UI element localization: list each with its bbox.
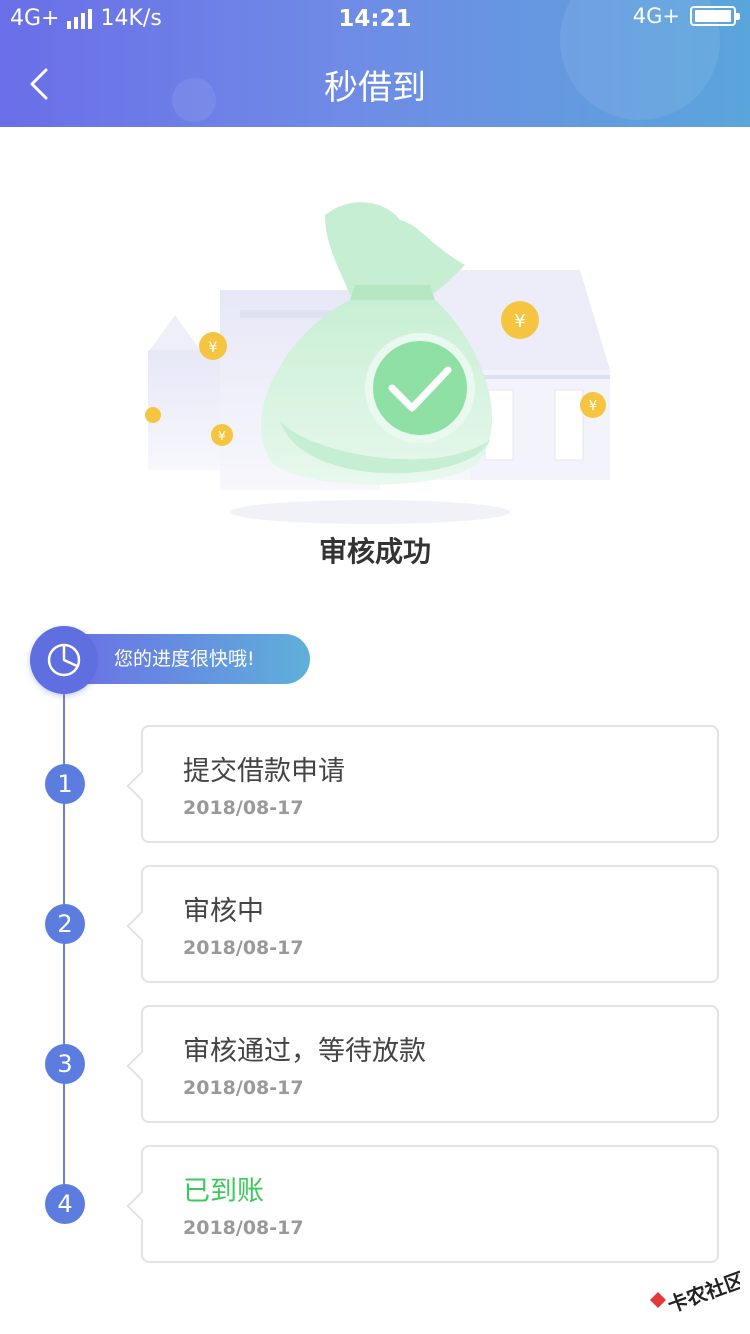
success-illustration: ¥ ¥ ¥ ¥ <box>130 190 630 530</box>
progress-message: 您的进度很快哦! <box>114 648 255 670</box>
step-label: 提交借款申请 <box>183 756 345 787</box>
step-number-2: 2 <box>45 904 85 944</box>
page-title: 秒借到 <box>324 68 426 108</box>
svg-text:¥: ¥ <box>514 311 525 332</box>
svg-text:¥: ¥ <box>209 340 218 356</box>
svg-text:¥: ¥ <box>218 429 226 443</box>
step-card-1: 提交借款申请 2018/08-17 <box>141 725 719 843</box>
svg-text:¥: ¥ <box>589 399 597 414</box>
result-title: 审核成功 <box>318 535 431 568</box>
step-card-3: 审核通过，等待放款 2018/08-17 <box>141 1005 719 1123</box>
step-number-3: 3 <box>45 1044 85 1084</box>
battery-icon <box>690 6 740 26</box>
watermark-logo: 卡农社区 <box>644 1267 748 1317</box>
step-date: 2018/08-17 <box>183 797 304 819</box>
progress-message-pill: 您的进度很快哦! <box>62 634 310 684</box>
step-date: 2018/08-17 <box>183 1217 304 1239</box>
step-number-1: 1 <box>45 764 85 804</box>
step-label: 审核通过，等待放款 <box>183 1036 426 1067</box>
header-bar: 4G+ 14K/s 14:21 4G+ 秒借到 <box>0 0 750 127</box>
network-type-right: 4G+ <box>632 4 680 28</box>
svg-text:卡农社区: 卡农社区 <box>664 1270 740 1316</box>
progress-icon-badge <box>30 626 98 694</box>
step-card-4: 已到账 2018/08-17 <box>141 1145 719 1263</box>
step-label: 已到账 <box>183 1176 264 1207</box>
step-number-4: 4 <box>45 1184 85 1224</box>
status-bar: 4G+ 14K/s 14:21 4G+ <box>0 0 750 40</box>
step-label: 审核中 <box>183 896 264 927</box>
pie-chart-icon <box>47 643 81 677</box>
step-date: 2018/08-17 <box>183 1077 304 1099</box>
step-date: 2018/08-17 <box>183 937 304 959</box>
step-card-2: 审核中 2018/08-17 <box>141 865 719 983</box>
check-circle-icon <box>373 341 467 435</box>
